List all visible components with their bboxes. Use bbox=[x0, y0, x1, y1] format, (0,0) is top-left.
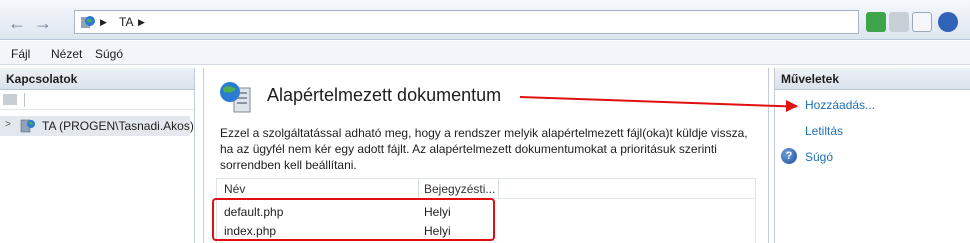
help-icon[interactable] bbox=[938, 12, 958, 32]
stop-icon[interactable] bbox=[889, 12, 909, 32]
disable-link[interactable]: Letiltás bbox=[805, 124, 843, 138]
connections-header: Kapcsolatok bbox=[0, 68, 194, 90]
menu-view[interactable]: Nézet bbox=[51, 47, 82, 61]
address-toolbar: ← → ▶ TA ▶ bbox=[0, 0, 970, 40]
chevron-right-icon[interactable]: > bbox=[5, 119, 11, 130]
menu-help[interactable]: Súgó bbox=[95, 47, 123, 61]
column-divider[interactable] bbox=[498, 179, 499, 199]
list-header: Név Bejegyzésti... bbox=[217, 179, 755, 199]
page-title: Alapértelmezett dokumentum bbox=[267, 85, 502, 105]
actions-header: Műveletek bbox=[775, 68, 970, 90]
menu-bar: Fájl Nézet Súgó bbox=[0, 41, 970, 65]
help-icon: ? bbox=[781, 148, 797, 164]
breadcrumb-item[interactable]: TA bbox=[119, 15, 133, 29]
new-connection-icon[interactable] bbox=[3, 94, 17, 105]
connections-toolbar bbox=[0, 90, 194, 110]
column-header-name[interactable]: Név bbox=[224, 182, 245, 196]
breadcrumb-separator: ▶ bbox=[138, 17, 145, 27]
connections-panel: Kapcsolatok > TA (PROGEN\Tasnadi.Akos) bbox=[0, 68, 195, 243]
default-document-icon bbox=[220, 82, 251, 113]
help-link[interactable]: Súgó bbox=[805, 150, 833, 164]
refresh-icon[interactable] bbox=[866, 12, 886, 32]
column-divider[interactable] bbox=[418, 179, 419, 199]
add-link[interactable]: Hozzáadás... bbox=[805, 98, 875, 112]
feature-description: Ezzel a szolgáltatással adható meg, hogy… bbox=[220, 126, 748, 172]
back-icon[interactable]: ← bbox=[4, 13, 30, 33]
column-header-entry[interactable]: Bejegyzésti... bbox=[424, 182, 495, 196]
home-icon[interactable] bbox=[912, 12, 932, 32]
toolbar-divider bbox=[24, 93, 25, 107]
tree-item-label: TA (PROGEN\Tasnadi.Akos) bbox=[42, 119, 194, 133]
actions-panel: Műveletek Hozzáadás... Letiltás ? Súgó bbox=[774, 68, 970, 243]
annotation-arrow-head bbox=[786, 100, 798, 112]
breadcrumb-separator: ▶ bbox=[100, 17, 107, 27]
globe-icon bbox=[81, 16, 95, 28]
highlight-box bbox=[212, 198, 495, 241]
tree-item-server[interactable]: > TA (PROGEN\Tasnadi.Akos) bbox=[0, 116, 194, 136]
forward-icon[interactable]: → bbox=[30, 13, 56, 33]
server-icon bbox=[20, 119, 35, 133]
menu-file[interactable]: Fájl bbox=[11, 47, 30, 61]
address-bar[interactable]: ▶ TA ▶ bbox=[74, 10, 859, 34]
